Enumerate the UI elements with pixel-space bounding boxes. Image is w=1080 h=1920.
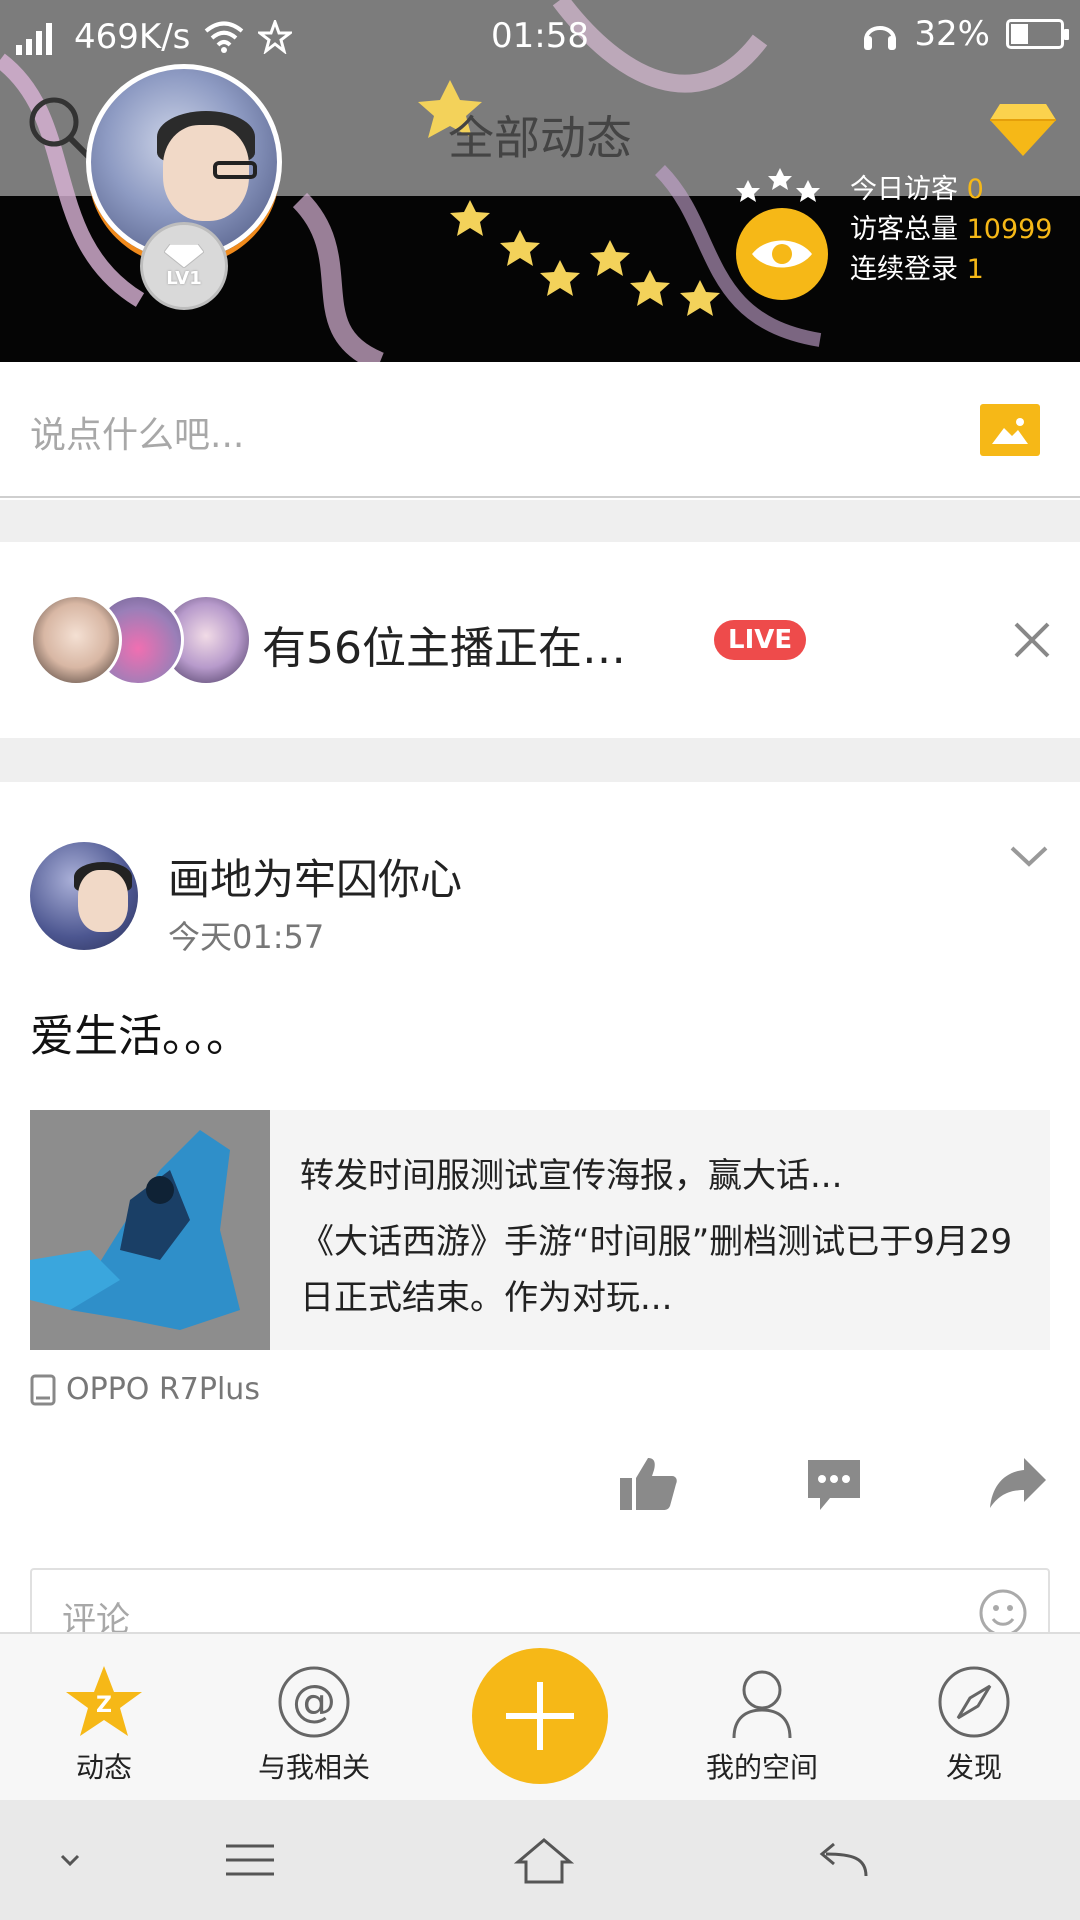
profile-icon bbox=[732, 1670, 792, 1739]
feed-item: 画地为牢囚你心 今天01:57 爱生活。。。 转发时间服测试宣传海报，赢大话..… bbox=[0, 782, 1080, 1648]
stat-value: 1 bbox=[966, 254, 984, 285]
stat-value: 10999 bbox=[966, 214, 1053, 245]
signal-icon bbox=[16, 23, 52, 55]
level-badge[interactable]: LV1 bbox=[140, 222, 228, 310]
device-name: OPPO R7Plus bbox=[66, 1372, 260, 1407]
headphones-icon bbox=[864, 26, 897, 50]
like-icon[interactable] bbox=[618, 1454, 678, 1514]
stat-label: 连续登录 bbox=[850, 254, 958, 285]
avatar-face bbox=[78, 870, 128, 932]
network-speed: 469K/s bbox=[74, 17, 191, 57]
chevron-down-icon[interactable] bbox=[40, 1836, 100, 1886]
tab-label: 发现 bbox=[945, 1751, 1002, 1784]
chevron-down-icon[interactable] bbox=[1008, 842, 1050, 872]
live-banner[interactable]: 有56位主播正在… LIVE bbox=[0, 542, 1080, 738]
back-icon[interactable] bbox=[812, 1836, 872, 1886]
close-icon[interactable] bbox=[1010, 618, 1054, 662]
profile-header: 469K/s 01:58 32% LV1 全部动态 今日访客 0 访客总量 10… bbox=[0, 0, 1080, 362]
image-icon bbox=[992, 418, 1028, 444]
create-post-button[interactable] bbox=[472, 1648, 608, 1784]
battery-fill bbox=[1011, 24, 1028, 44]
qzone-star-icon: Z bbox=[66, 1666, 142, 1736]
vip-diamond-icon[interactable] bbox=[988, 100, 1058, 158]
svg-text:@: @ bbox=[292, 1676, 336, 1727]
live-badge: LIVE bbox=[714, 620, 807, 660]
compass-icon bbox=[938, 1666, 1010, 1738]
post-content: 爱生活。。。 bbox=[30, 1011, 250, 1062]
diamond-icon bbox=[164, 243, 204, 268]
tab-my-space[interactable]: 我的空间 bbox=[672, 1634, 852, 1802]
stat-today: 今日访客 0 bbox=[850, 170, 1053, 210]
live-avatars bbox=[30, 594, 252, 686]
share-thumbnail-art bbox=[30, 1110, 270, 1350]
visitor-stats: 今日访客 0 访客总量 10999 连续登录 1 bbox=[850, 170, 1053, 290]
battery-percent: 32% bbox=[914, 14, 990, 54]
section-divider bbox=[0, 500, 1080, 542]
share-icon[interactable] bbox=[988, 1454, 1048, 1514]
post-author-name[interactable]: 画地为牢囚你心 bbox=[168, 846, 462, 907]
home-icon[interactable] bbox=[514, 1836, 574, 1886]
status-bar: 469K/s 01:58 32% bbox=[0, 0, 1080, 74]
tab-mentions[interactable]: @ 与我相关 bbox=[224, 1634, 404, 1802]
tab-label: 与我相关 bbox=[257, 1751, 370, 1784]
share-description: 《大话西游》手游“时间服”删档测试已于9月29日正式结束。作为对玩... bbox=[300, 1222, 1013, 1318]
stat-streak: 连续登录 1 bbox=[850, 250, 1053, 290]
post-actions bbox=[0, 1454, 1080, 1534]
post-composer[interactable]: 说点什么吧... bbox=[0, 362, 1080, 498]
post-time: 今天01:57 bbox=[168, 918, 325, 956]
tab-label: 动态 bbox=[75, 1751, 132, 1784]
phone-icon bbox=[30, 1374, 56, 1405]
emoji-icon[interactable] bbox=[978, 1588, 1028, 1638]
plus-icon bbox=[506, 1682, 574, 1750]
stat-value: 0 bbox=[966, 174, 984, 205]
stat-label: 访客总量 bbox=[850, 214, 958, 245]
level-label: LV1 bbox=[166, 267, 202, 289]
share-title: 转发时间服测试宣传海报，赢大话... bbox=[300, 1156, 843, 1196]
tab-label: 我的空间 bbox=[705, 1751, 818, 1784]
stat-label: 今日访客 bbox=[850, 174, 958, 205]
section-divider bbox=[0, 738, 1080, 782]
share-thumbnail bbox=[30, 1110, 270, 1350]
tab-feed[interactable]: Z 动态 bbox=[14, 1634, 194, 1802]
composer-placeholder: 说点什么吧... bbox=[30, 415, 245, 456]
menu-icon[interactable] bbox=[220, 1836, 280, 1886]
live-text: 有56位主播正在… bbox=[262, 623, 626, 674]
page-title: 全部动态 bbox=[448, 111, 632, 165]
avatar bbox=[30, 594, 122, 686]
at-icon: @ bbox=[278, 1666, 350, 1738]
svg-text:Z: Z bbox=[96, 1693, 112, 1718]
device-info: OPPO R7Plus bbox=[30, 1372, 260, 1407]
visitor-button[interactable] bbox=[736, 208, 828, 300]
tab-discover[interactable]: 发现 bbox=[884, 1634, 1064, 1802]
shared-link-card[interactable]: 转发时间服测试宣传海报，赢大话... 《大话西游》手游“时间服”删档测试已于9月… bbox=[30, 1110, 1050, 1350]
post-author-avatar[interactable] bbox=[30, 842, 138, 950]
add-photo-button[interactable] bbox=[980, 404, 1040, 456]
wifi-icon bbox=[205, 21, 244, 53]
system-nav-bar bbox=[0, 1800, 1080, 1920]
comment-icon[interactable] bbox=[804, 1454, 864, 1514]
eye-icon bbox=[752, 240, 812, 268]
stat-total: 访客总量 10999 bbox=[850, 210, 1053, 250]
qzone-notify-icon bbox=[258, 20, 293, 54]
battery-icon bbox=[1006, 19, 1069, 49]
